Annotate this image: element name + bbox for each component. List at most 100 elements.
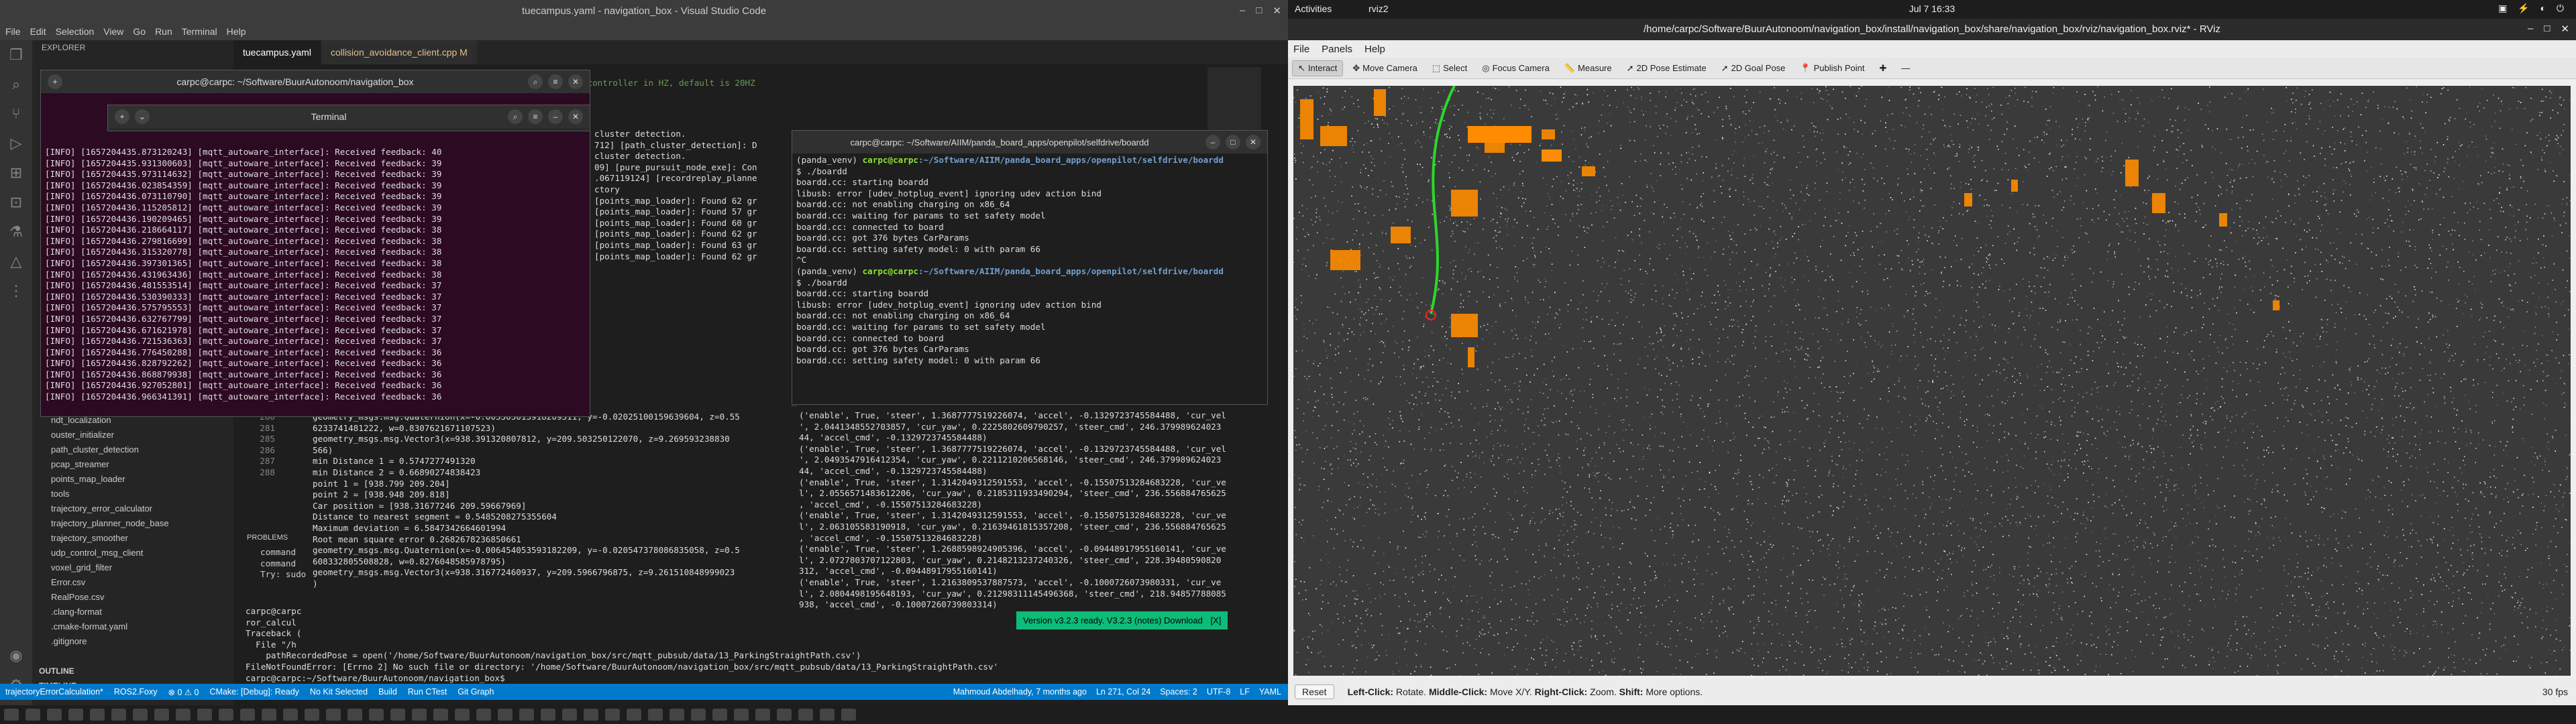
explorer-item[interactable]: pcap_streamer bbox=[32, 457, 233, 472]
menu-run[interactable]: Run bbox=[155, 26, 172, 37]
explorer-item[interactable]: Error.csv bbox=[32, 575, 233, 590]
status-item[interactable]: Run CTest bbox=[408, 687, 447, 697]
update-notice[interactable]: Version v3.2.3 ready. V3.2.3 (notes) Dow… bbox=[1016, 611, 1228, 629]
taskbar-app-icon[interactable] bbox=[68, 709, 83, 721]
taskbar-app-icon[interactable] bbox=[498, 709, 513, 721]
taskbar-app-icon[interactable] bbox=[326, 709, 341, 721]
explorer-item[interactable]: path_cluster_detection bbox=[32, 442, 233, 457]
taskbar-app-icon[interactable] bbox=[455, 709, 470, 721]
menu-help[interactable]: Help bbox=[1364, 44, 1385, 55]
taskbar-app-icon[interactable] bbox=[820, 709, 835, 721]
source-control-icon[interactable]: ⑂ bbox=[0, 99, 32, 129]
extensions-icon[interactable]: ⊞ bbox=[0, 158, 32, 188]
run-debug-icon[interactable]: ▷ bbox=[0, 129, 32, 158]
taskbar-app-icon[interactable] bbox=[305, 709, 319, 721]
status-item[interactable]: UTF-8 bbox=[1207, 687, 1230, 697]
explorer-item[interactable]: .clang-format bbox=[32, 605, 233, 619]
status-item[interactable]: Mahmoud Abdelhady, 7 months ago bbox=[953, 687, 1087, 697]
close-icon[interactable]: ✕ bbox=[568, 109, 583, 124]
maximize-icon[interactable]: □ bbox=[2544, 23, 2550, 35]
status-item[interactable]: CMake: [Debug]: Ready bbox=[210, 687, 299, 697]
point-cloud-map[interactable] bbox=[1293, 86, 2571, 676]
minimize-icon[interactable]: – bbox=[1240, 5, 1245, 17]
close-icon[interactable]: ✕ bbox=[568, 74, 583, 89]
explorer-item[interactable]: trajectory_error_calculator bbox=[32, 501, 233, 516]
explorer-item[interactable]: udp_control_msg_client bbox=[32, 546, 233, 560]
taskbar-app-icon[interactable] bbox=[283, 709, 298, 721]
maximize-icon[interactable]: □ bbox=[1226, 135, 1240, 149]
search-icon[interactable]: ⌕ bbox=[0, 70, 32, 99]
taskbar-app-icon[interactable] bbox=[712, 709, 727, 721]
taskbar-app-icon[interactable] bbox=[219, 709, 233, 721]
status-item[interactable]: trajectoryErrorCalculation* bbox=[5, 687, 103, 697]
explorer-item[interactable]: ouster_initializer bbox=[32, 428, 233, 442]
taskbar-app-icon[interactable] bbox=[734, 709, 749, 721]
rviz-3d-view[interactable] bbox=[1293, 86, 2571, 676]
taskbar-app-icon[interactable] bbox=[433, 709, 448, 721]
dropdown-icon[interactable]: ⌄ bbox=[135, 109, 150, 124]
status-item[interactable]: Git Graph bbox=[458, 687, 494, 697]
status-item[interactable]: Ln 271, Col 24 bbox=[1096, 687, 1150, 697]
menu-go[interactable]: Go bbox=[133, 26, 146, 37]
taskbar-app-icon[interactable] bbox=[197, 709, 212, 721]
taskbar-app-icon[interactable] bbox=[262, 709, 276, 721]
minimize-icon[interactable]: – bbox=[2528, 23, 2533, 35]
taskbar-app-icon[interactable] bbox=[4, 709, 19, 721]
search-icon[interactable]: ⌕ bbox=[508, 109, 523, 124]
testing-icon[interactable]: ⚗ bbox=[0, 217, 32, 247]
remote-icon[interactable]: ⊡ bbox=[0, 188, 32, 217]
taskbar-app-icon[interactable] bbox=[240, 709, 255, 721]
menu-file[interactable]: File bbox=[1293, 44, 1309, 55]
taskbar-app-icon[interactable] bbox=[347, 709, 362, 721]
menu-file[interactable]: File bbox=[5, 26, 21, 37]
menu-terminal[interactable]: Terminal bbox=[182, 26, 217, 37]
outline-section[interactable]: OUTLINE bbox=[32, 664, 74, 678]
hamburger-menu-icon[interactable]: ≡ bbox=[548, 74, 563, 89]
menu-help[interactable]: Help bbox=[227, 26, 246, 37]
taskbar-app-icon[interactable] bbox=[669, 709, 684, 721]
problems-tab[interactable]: PROBLEMS bbox=[247, 534, 288, 542]
status-item[interactable]: ⊗ 0 ⚠ 0 bbox=[168, 687, 199, 697]
explorer-item[interactable]: voxel_grid_filter bbox=[32, 560, 233, 575]
taskbar-app-icon[interactable] bbox=[47, 709, 62, 721]
status-item[interactable]: LF bbox=[1240, 687, 1250, 697]
taskbar-app-icon[interactable] bbox=[755, 709, 770, 721]
menu-edit[interactable]: Edit bbox=[30, 26, 46, 37]
add-tool-icon[interactable]: ✚ bbox=[1874, 61, 1892, 76]
taskbar-app-icon[interactable] bbox=[111, 709, 126, 721]
account-icon[interactable]: ◉ bbox=[0, 641, 32, 670]
taskbar-app-icon[interactable] bbox=[627, 709, 641, 721]
status-item[interactable]: Spaces: 2 bbox=[1160, 687, 1197, 697]
tool-2d-goal-pose[interactable]: ➚ 2D Goal Pose bbox=[1716, 61, 1791, 76]
taskbar-app-icon[interactable] bbox=[519, 709, 534, 721]
taskbar-app-icon[interactable] bbox=[541, 709, 555, 721]
tool-select[interactable]: ⬚ Select bbox=[1427, 61, 1472, 76]
tool-move-camera[interactable]: ✥ Move Camera bbox=[1347, 61, 1423, 76]
taskbar-app-icon[interactable] bbox=[369, 709, 384, 721]
taskbar-app-icon[interactable] bbox=[25, 709, 40, 721]
taskbar-app-icon[interactable] bbox=[841, 709, 856, 721]
ros-icon[interactable]: ⋮ bbox=[0, 276, 32, 306]
menu-selection[interactable]: Selection bbox=[56, 26, 95, 37]
taskbar-app-icon[interactable] bbox=[648, 709, 663, 721]
minimize-icon[interactable]: – bbox=[1205, 135, 1220, 149]
explorer-item[interactable]: trajectory_planner_node_base bbox=[32, 516, 233, 531]
explorer-item[interactable]: tools bbox=[32, 487, 233, 501]
tool-focus-camera[interactable]: ◎ Focus Camera bbox=[1477, 61, 1555, 76]
taskbar-app-icon[interactable] bbox=[412, 709, 427, 721]
search-icon[interactable]: ⌕ bbox=[528, 74, 543, 89]
hamburger-menu-icon[interactable]: ≡ bbox=[528, 109, 543, 124]
taskbar-app-icon[interactable] bbox=[562, 709, 577, 721]
tool-measure[interactable]: 📏 Measure bbox=[1559, 61, 1617, 76]
taskbar-app-icon[interactable] bbox=[176, 709, 191, 721]
cmake-icon[interactable]: △ bbox=[0, 247, 32, 276]
explorer-item[interactable]: .gitignore bbox=[32, 634, 233, 649]
reset-button[interactable]: Reset bbox=[1295, 684, 1334, 699]
tab-collision-avoidance[interactable]: collision_avoidance_client.cpp M bbox=[321, 40, 478, 64]
status-item[interactable]: No Kit Selected bbox=[310, 687, 368, 697]
taskbar-app-icon[interactable] bbox=[390, 709, 405, 721]
explorer-item[interactable]: trajectory_smoother bbox=[32, 531, 233, 546]
taskbar-app-icon[interactable] bbox=[133, 709, 148, 721]
system-tray-icons[interactable]: ▣ ⚡ ◐ ⏻ bbox=[2498, 3, 2568, 14]
taskbar-app-icon[interactable] bbox=[798, 709, 813, 721]
